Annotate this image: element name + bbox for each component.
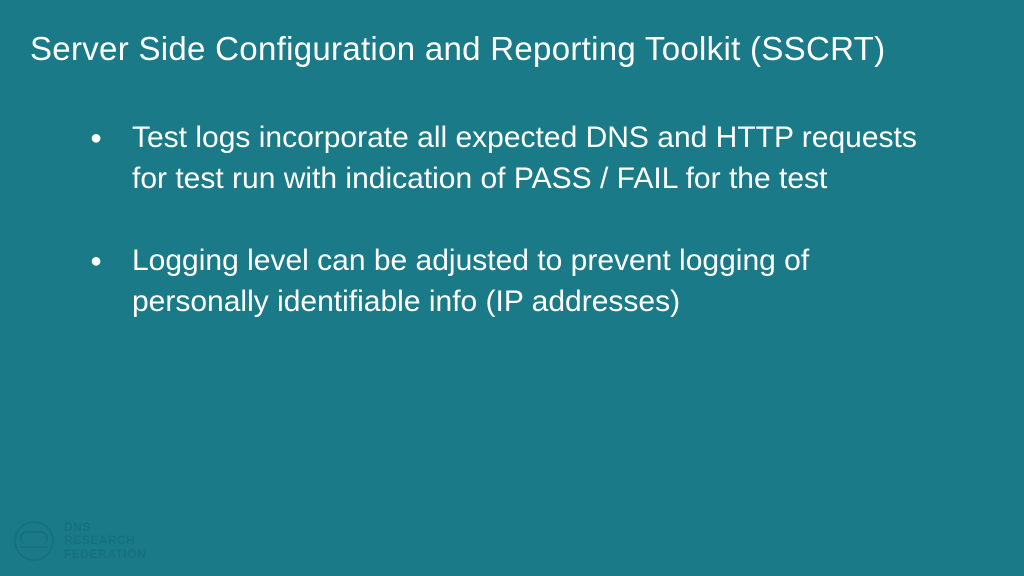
- logo-line-3: FEDERATION: [64, 548, 146, 562]
- logo-watermark: DNS RESEARCH FEDERATION: [14, 521, 146, 562]
- bullet-item: Test logs incorporate all expected DNS a…: [90, 118, 934, 199]
- bullet-list: Test logs incorporate all expected DNS a…: [90, 118, 934, 322]
- slide-content: Test logs incorporate all expected DNS a…: [0, 68, 1024, 322]
- logo-line-1: DNS: [64, 521, 146, 535]
- bullet-item: Logging level can be adjusted to prevent…: [90, 241, 934, 322]
- logo-text: DNS RESEARCH FEDERATION: [64, 521, 146, 562]
- slide-title: Server Side Configuration and Reporting …: [0, 0, 1024, 68]
- logo-line-2: RESEARCH: [64, 534, 146, 548]
- globe-icon: [14, 521, 54, 561]
